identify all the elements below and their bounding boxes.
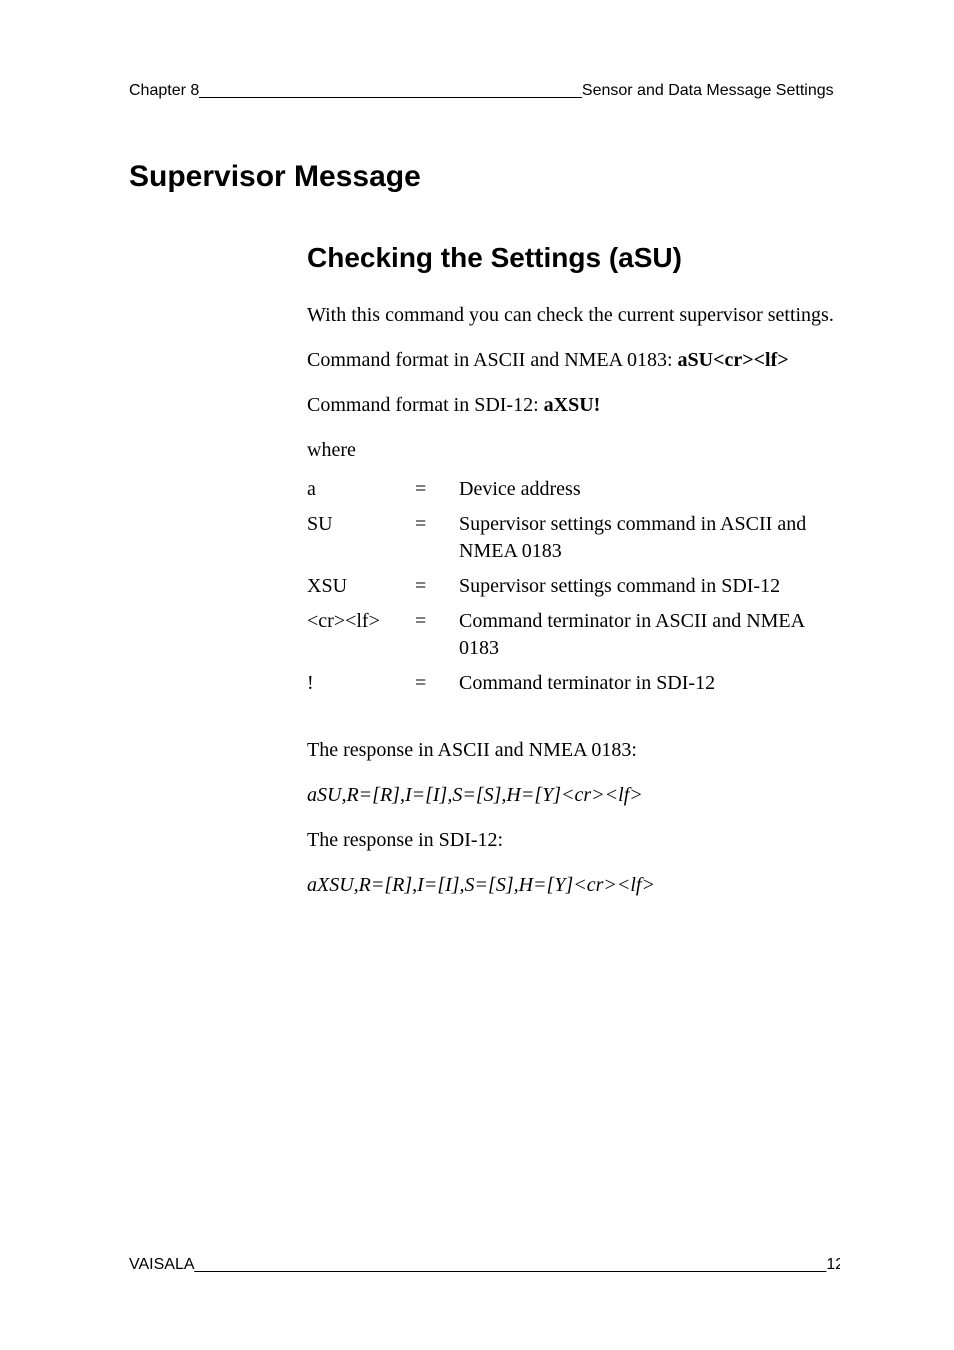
def-description: Supervisor settings command in ASCII and… [459, 507, 840, 569]
table-row: <cr><lf> = Command terminator in ASCII a… [307, 604, 840, 666]
footer-left: VAISALA [129, 1256, 195, 1274]
page: Chapter 8 ______________________________… [0, 0, 954, 1350]
body: With this command you can check the curr… [307, 302, 840, 899]
def-equals: = [415, 569, 459, 604]
page-number: 123 [826, 1256, 840, 1274]
def-symbol: ! [307, 666, 415, 701]
def-equals: = [415, 666, 459, 701]
def-symbol: a [307, 472, 415, 507]
intro-paragraph: With this command you can check the curr… [307, 302, 840, 329]
cmd-format-sdi12-value: aXSU! [544, 394, 601, 416]
cmd-format-ascii: Command format in ASCII and NMEA 0183: a… [307, 347, 840, 374]
heading-checking-settings: Checking the Settings (aSU) [307, 242, 840, 274]
def-description: Command terminator in ASCII and NMEA 018… [459, 604, 840, 666]
cmd-format-sdi12: Command format in SDI-12: aXSU! [307, 392, 840, 419]
header-rule: ________________________________________… [199, 82, 582, 100]
response-sdi12-value: aXSU,R=[R],I=[I],S=[S],H=[Y]<cr><lf> [307, 872, 840, 899]
header-right: Sensor and Data Message Settings [582, 82, 834, 100]
table-row: SU = Supervisor settings command in ASCI… [307, 507, 840, 569]
cmd-format-ascii-value: aSU<cr><lf> [678, 349, 789, 371]
def-description: Command terminator in SDI-12 [459, 666, 840, 701]
cmd-format-sdi12-label: Command format in SDI-12: [307, 394, 544, 416]
response-ascii-value: aSU,R=[R],I=[I],S=[S],H=[Y]<cr><lf> [307, 782, 840, 809]
definitions-table: a = Device address SU = Supervisor setti… [307, 472, 840, 701]
def-symbol: <cr><lf> [307, 604, 415, 666]
header-left: Chapter 8 [129, 82, 199, 100]
table-row: XSU = Supervisor settings command in SDI… [307, 569, 840, 604]
footer-rule: ________________________________________… [195, 1256, 827, 1274]
page-header: Chapter 8 ______________________________… [129, 82, 840, 100]
cmd-format-ascii-label: Command format in ASCII and NMEA 0183: [307, 349, 678, 371]
response-sdi12-label: The response in SDI-12: [307, 827, 840, 854]
def-description: Device address [459, 472, 840, 507]
def-symbol: XSU [307, 569, 415, 604]
def-equals: = [415, 472, 459, 507]
def-symbol: SU [307, 507, 415, 569]
heading-supervisor-message: Supervisor Message [129, 160, 840, 194]
def-description: Supervisor settings command in SDI-12 [459, 569, 840, 604]
table-row: a = Device address [307, 472, 840, 507]
page-footer: VAISALA ________________________________… [129, 1256, 840, 1274]
where-label: where [307, 437, 840, 464]
def-equals: = [415, 507, 459, 569]
def-equals: = [415, 604, 459, 666]
response-ascii-label: The response in ASCII and NMEA 0183: [307, 737, 840, 764]
table-row: ! = Command terminator in SDI-12 [307, 666, 840, 701]
